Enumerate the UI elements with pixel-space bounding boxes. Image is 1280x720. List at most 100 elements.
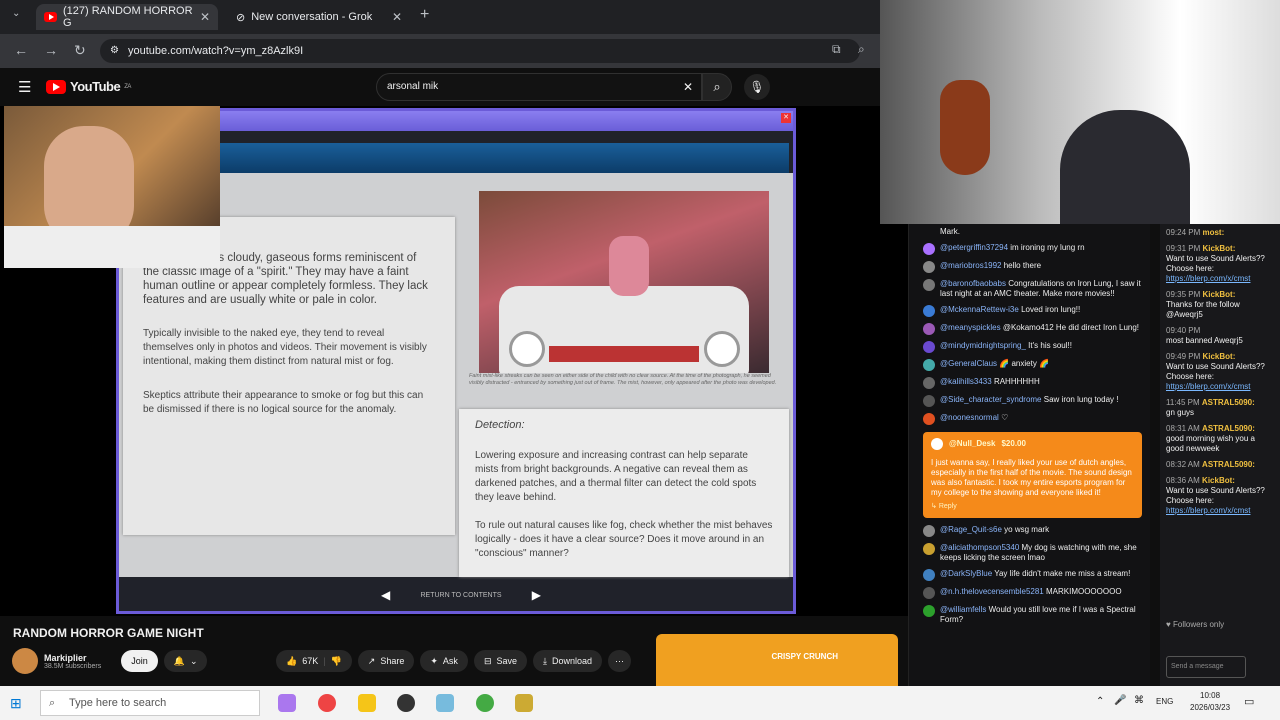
previous-page-arrow-icon: ◀	[381, 588, 391, 602]
user-avatar[interactable]	[923, 525, 935, 537]
kick-chat: 09:24 PM most: 09:31 PM KickBot: Want to u…	[1160, 224, 1280, 686]
reply-button[interactable]: ↳ Reply	[931, 502, 1134, 512]
kick-username[interactable]: KickBot:	[1202, 244, 1235, 253]
tray-chevron-icon[interactable]: ⌃	[1096, 696, 1104, 707]
game-header-band	[219, 143, 789, 173]
user-avatar[interactable]	[923, 377, 935, 389]
zoom-icon[interactable]: ⌕	[858, 42, 865, 57]
user-avatar[interactable]	[923, 341, 935, 353]
next-page-arrow-icon: ▶	[531, 588, 541, 602]
kick-username[interactable]: KickBot:	[1202, 476, 1235, 485]
copilot-icon[interactable]	[278, 694, 296, 712]
description-paragraph: Typically invisible to the naked eye, th…	[143, 328, 427, 367]
sound-alerts-link[interactable]: https://blerp.com/x/cmst	[1166, 506, 1274, 516]
chat-username[interactable]: @kalihills3433	[940, 377, 992, 386]
chat-username[interactable]: @n.h.thelovecensemble5281	[940, 587, 1044, 596]
network-icon[interactable]: ⌘	[1134, 695, 1144, 706]
user-avatar[interactable]	[923, 413, 935, 425]
close-tab-icon[interactable]: ✕	[392, 10, 402, 24]
new-tab-plus-icon[interactable]: +	[420, 6, 429, 24]
search-button[interactable]: ⌕	[702, 73, 732, 101]
voice-search-button[interactable]: 🎙	[744, 74, 770, 100]
user-avatar[interactable]	[923, 569, 935, 581]
user-avatar[interactable]	[923, 243, 935, 255]
chat-username[interactable]: @Side_character_syndrome	[940, 395, 1042, 404]
share-button[interactable]: ↗ Share	[357, 650, 415, 672]
chat-username[interactable]: @aliciathompson5340	[940, 543, 1019, 552]
snipping-tool-icon[interactable]	[436, 694, 454, 712]
save-button[interactable]: ⊟ Save	[473, 650, 527, 672]
menu-hamburger-icon[interactable]: ☰	[18, 78, 31, 96]
user-avatar[interactable]	[923, 279, 935, 291]
channel-name[interactable]: Markiplier	[44, 653, 101, 663]
back-arrow-icon[interactable]: ←	[14, 42, 28, 58]
ask-button[interactable]: ✦ Ask	[420, 650, 468, 672]
join-button[interactable]: Join	[121, 650, 158, 672]
ad-banner[interactable]: CRISPY CRUNCH	[656, 634, 898, 686]
url-field[interactable]: ⚙ youtube.com/watch?v=ym_z8Azlk9I	[100, 39, 860, 63]
reload-icon[interactable]: ↻	[74, 42, 86, 59]
clock-time: 10:08	[1200, 691, 1221, 700]
forward-arrow-icon[interactable]: →	[44, 42, 58, 58]
send-message-input[interactable]: Send a message	[1166, 656, 1246, 678]
chrome-profile-icon[interactable]	[476, 694, 494, 712]
user-avatar[interactable]	[923, 395, 935, 407]
sound-alerts-link[interactable]: https://blerp.com/x/cmst	[1166, 274, 1274, 284]
user-avatar[interactable]	[923, 605, 935, 617]
close-tab-icon[interactable]: ✕	[200, 10, 210, 24]
search-input[interactable]: arsonal mik ✕	[376, 73, 702, 101]
microphone-tray-icon[interactable]: 🎤	[1114, 695, 1126, 706]
user-avatar[interactable]	[923, 305, 935, 317]
chat-username[interactable]: @mariobros1992	[940, 261, 1001, 270]
tab-grok[interactable]: ⊘ New conversation - Grok ✕	[228, 4, 410, 30]
message-time: 09:31 PM	[1166, 244, 1201, 253]
user-avatar[interactable]	[923, 543, 935, 555]
kick-username[interactable]: ASTRAL5090:	[1202, 460, 1255, 469]
clear-search-icon[interactable]: ✕	[683, 74, 693, 100]
chat-username[interactable]: @petergriffin37294	[940, 243, 1008, 252]
chat-text: MARKIMOOOOOOO	[1045, 587, 1122, 596]
chat-username[interactable]: @meanyspickles	[940, 323, 1001, 332]
chat-message: @GeneralClaus 🌈 anxiety 🌈	[909, 356, 1150, 374]
game-app-icon[interactable]	[515, 694, 533, 712]
language-indicator[interactable]: ENG	[1156, 697, 1173, 706]
sound-alerts-link[interactable]: https://blerp.com/x/cmst	[1166, 382, 1274, 392]
youtube-logo[interactable]: YouTube ZA	[46, 79, 131, 94]
taskbar-search-input[interactable]: ⌕ Type here to search	[40, 690, 260, 716]
chat-username[interactable]: @noonesnormal	[940, 413, 999, 422]
tab-list-chevron-icon[interactable]: ⌄	[12, 8, 20, 19]
more-actions-button[interactable]: ⋯	[608, 650, 632, 672]
user-avatar[interactable]	[923, 587, 935, 599]
more-icon: ⋯	[615, 655, 625, 666]
chat-username[interactable]: @DarkSlyBlue	[940, 569, 992, 578]
thumbs-down-icon[interactable]: 👎	[331, 656, 342, 667]
obs-icon[interactable]	[397, 694, 415, 712]
chat-username[interactable]: @williamfells	[940, 605, 986, 614]
user-avatar[interactable]	[923, 359, 935, 371]
chat-text: RAHHHHHH	[993, 377, 1040, 386]
install-app-icon[interactable]: ⧉	[832, 42, 841, 57]
like-button[interactable]: 👍 67K | 👎	[276, 650, 352, 672]
kick-username[interactable]: ASTRAL5090:	[1202, 424, 1255, 433]
chrome-icon[interactable]	[318, 694, 336, 712]
chat-username[interactable]: @GeneralClaus	[940, 359, 997, 368]
chat-username[interactable]: @baronofbaobabs	[940, 279, 1006, 288]
chat-username[interactable]: @mindymidnightspring_	[940, 341, 1026, 350]
notification-bell-button[interactable]: 🔔 ⌄	[163, 650, 208, 672]
kick-username[interactable]: most:	[1202, 228, 1224, 237]
kick-username[interactable]: KickBot:	[1202, 290, 1235, 299]
download-button[interactable]: ⤓ Download	[533, 650, 603, 672]
kick-username[interactable]: KickBot:	[1202, 352, 1235, 361]
user-avatar[interactable]	[923, 261, 935, 273]
notification-icon[interactable]: ▭	[1244, 695, 1254, 708]
chat-username[interactable]: @MckennaRettew-i3e	[940, 305, 1019, 314]
kick-username[interactable]: ASTRAL5090:	[1202, 398, 1255, 407]
site-info-icon[interactable]: ⚙	[110, 39, 119, 63]
taskbar-clock[interactable]: 10:08 2026/03/23	[1190, 690, 1230, 714]
channel-avatar[interactable]	[12, 648, 38, 674]
windows-start-icon[interactable]: ⊞	[10, 695, 22, 712]
user-avatar[interactable]	[923, 323, 935, 335]
file-explorer-icon[interactable]	[358, 694, 376, 712]
tab-youtube[interactable]: (127) RANDOM HORROR G ✕	[36, 4, 218, 30]
chat-username[interactable]: @Rage_Quit-s6e	[940, 525, 1002, 534]
